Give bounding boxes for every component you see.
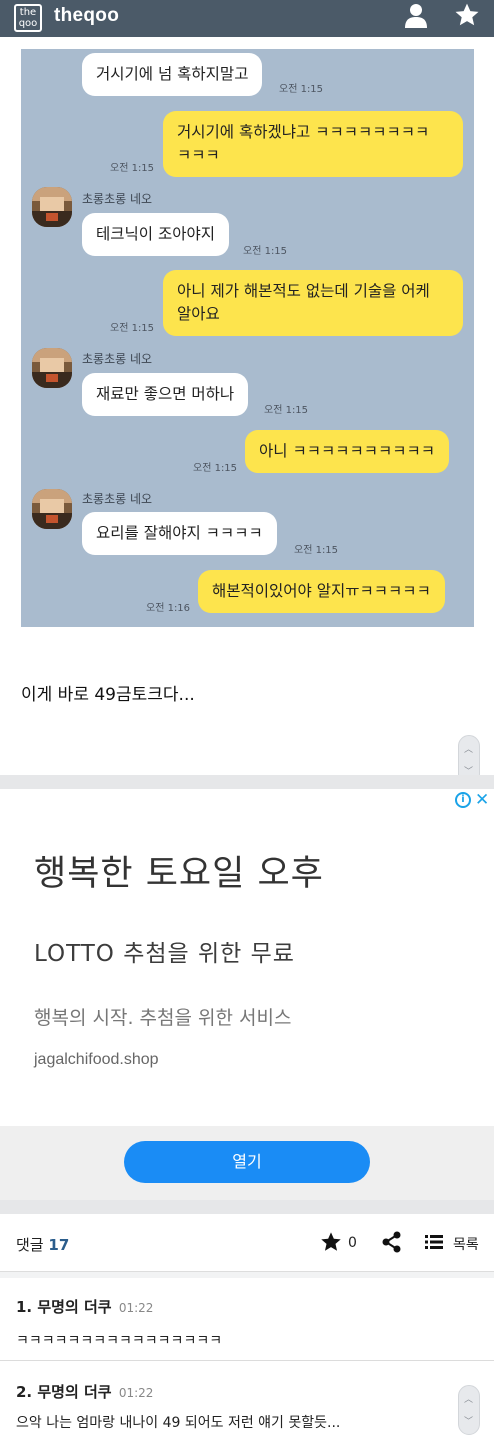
ad-domain[interactable]: jagalchifood.shop (34, 1051, 159, 1069)
chat-bubble-left: 테크닉이 조아야지 (82, 213, 230, 256)
comment-header: 2. 무명의 더쿠 01:22 (16, 1381, 153, 1402)
chat-bubble-left: 요리를 잘해야지 ㅋㅋㅋㅋ (82, 512, 277, 555)
comments-label: 댓글 17 (16, 1234, 69, 1255)
star-count: 0 (348, 1235, 357, 1251)
ad-banner[interactable]: i ✕ 행복한 토요일 오후 LOTTO 추첨을 위한 무료 행복의 시작. 추… (0, 789, 494, 1200)
sender-avatar (32, 489, 72, 529)
comment-text: ㅋㅋㅋㅋㅋㅋㅋㅋㅋㅋㅋㅋㅋㅋㅋㅋ (16, 1333, 223, 1349)
ad-description[interactable]: 행복의 시작. 추첨을 위한 서비스 (34, 1003, 291, 1030)
sender-avatar (32, 348, 72, 388)
divider (0, 1200, 494, 1214)
ad-open-button[interactable]: 열기 (124, 1141, 370, 1183)
chat-timestamp: 오전 1:15 (110, 163, 155, 174)
chat-timestamp: 오전 1:15 (110, 323, 155, 334)
top-navbar: the qoo theqoo (0, 0, 494, 37)
ad-info-icon[interactable]: i (455, 792, 471, 808)
chat-bubble-right: 아니 제가 해본적도 없는데 기술을 어케 알아요 (163, 270, 463, 336)
chat-timestamp: 오전 1:16 (146, 603, 191, 614)
chat-bubble-left: 재료만 좋으면 머하나 (82, 373, 249, 416)
post-body-text: 이게 바로 49금토크다... (21, 685, 195, 705)
scroll-up-icon[interactable]: ︿ (464, 1392, 473, 1405)
scroll-down-icon[interactable]: ﹀ (464, 1414, 473, 1427)
chat-timestamp: 오전 1:15 (264, 405, 309, 416)
comments-header: 댓글 17 0 목록 (0, 1214, 494, 1272)
user-icon[interactable] (404, 3, 428, 29)
chat-bubble-left: 거시기에 넘 혹하지말고 (82, 53, 263, 96)
comment-time: 01:22 (118, 1386, 154, 1400)
comments-count: 17 (48, 1236, 70, 1254)
ad-subheadline[interactable]: LOTTO 추첨을 위한 무료 (34, 934, 295, 968)
sender-name: 초롱초롱 네오 (82, 192, 153, 206)
ad-close-icon[interactable]: ✕ (475, 790, 489, 810)
chat-timestamp: 오전 1:15 (193, 463, 238, 474)
chat-bubble-right: 거시기에 혹하겠냐고 ㅋㅋㅋㅋㅋㅋㅋㅋ ㅋㅋㅋ (163, 111, 463, 177)
ad-headline[interactable]: 행복한 토요일 오후 (34, 845, 324, 896)
ad-footer: 열기 (0, 1126, 494, 1200)
list-button-label[interactable]: 목록 (453, 1234, 479, 1254)
chat-timestamp: 오전 1:15 (243, 246, 288, 257)
site-logo-icon[interactable]: the qoo (14, 4, 42, 32)
star-icon[interactable] (320, 1231, 342, 1253)
star-icon[interactable] (454, 2, 480, 28)
chat-timestamp: 오전 1:15 (279, 84, 324, 95)
comment-text: 으악 나는 엄마랑 내나이 49 되어도 저런 얘기 못할듯... (16, 1415, 341, 1431)
chat-bubble-right: 아니 ㅋㅋㅋㅋㅋㅋㅋㅋㅋㅋ (245, 430, 450, 473)
scroll-buttons[interactable]: ︿ ﹀ (458, 1385, 480, 1435)
list-icon[interactable] (425, 1233, 443, 1251)
comment-item: 2. 무명의 더쿠 01:22 으악 나는 엄마랑 내나이 49 되어도 저런 … (0, 1361, 494, 1440)
sender-name: 초롱초롱 네오 (82, 352, 153, 366)
divider (0, 775, 494, 789)
scroll-up-icon[interactable]: ︿ (464, 742, 473, 755)
chat-timestamp: 오전 1:15 (294, 545, 339, 556)
chat-bubble-right: 해본적이있어야 알지ㅠㅋㅋㅋㅋㅋ (198, 570, 445, 613)
comment-author: 2. 무명의 더쿠 (16, 1383, 112, 1401)
share-icon[interactable] (382, 1231, 402, 1253)
sender-avatar (32, 187, 72, 227)
comment-item: 1. 무명의 더쿠 01:22 ㅋㅋㅋㅋㅋㅋㅋㅋㅋㅋㅋㅋㅋㅋㅋㅋ (0, 1278, 494, 1360)
site-name[interactable]: theqoo (54, 5, 119, 27)
comment-header: 1. 무명의 더쿠 01:22 (16, 1296, 153, 1317)
comments-label-text: 댓글 (16, 1236, 44, 1254)
chat-screenshot: 거시기에 넘 혹하지말고 오전 1:15 거시기에 혹하겠냐고 ㅋㅋㅋㅋㅋㅋㅋㅋ… (21, 49, 474, 627)
sender-name: 초롱초롱 네오 (82, 492, 153, 506)
comment-author: 1. 무명의 더쿠 (16, 1298, 112, 1316)
comment-time: 01:22 (118, 1301, 154, 1315)
